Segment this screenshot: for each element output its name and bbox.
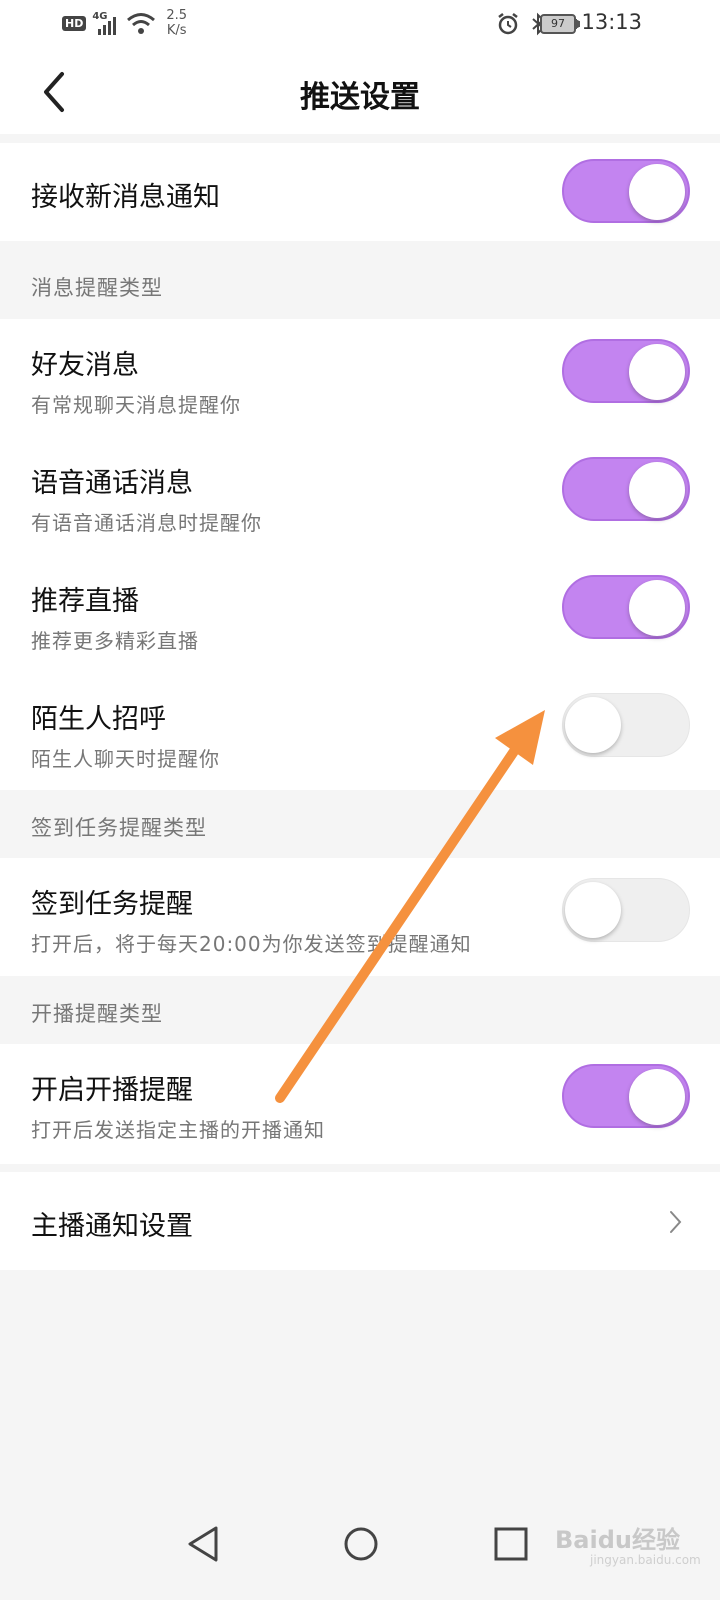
nav-home-icon[interactable] <box>337 1520 385 1568</box>
message-type-panel: 好友消息 有常规聊天消息提醒你 语音通话消息 有语音通话消息时提醒你 推荐直播 … <box>0 319 720 790</box>
live-row: 开启开播提醒 打开后发送指定主播的开播通知 <box>0 1044 720 1164</box>
app-header: 推送设置 <box>0 50 720 134</box>
speed-value: 2.5 <box>166 8 188 23</box>
toggle-knob <box>629 344 685 400</box>
friend-row: 好友消息 有常规聊天消息提醒你 <box>0 319 720 437</box>
status-bar: HD 4G 2.5 K/s 97 13:13 <box>0 0 720 50</box>
battery-level: 97 <box>540 14 579 34</box>
anchor-settings-title: 主播通知设置 <box>31 1211 193 1242</box>
signal-icon: 4G <box>92 11 120 35</box>
friend-subtitle: 有常规聊天消息提醒你 <box>31 393 241 417</box>
clock: 13:13 <box>581 10 642 34</box>
section-checkin-type-label: 签到任务提醒类型 <box>31 816 207 840</box>
anchor-settings-row[interactable]: 主播通知设置 <box>0 1172 720 1270</box>
recommend-title: 推荐直播 <box>31 586 139 617</box>
receive-new-toggle[interactable] <box>562 159 690 223</box>
toggle-knob <box>629 462 685 518</box>
toggle-knob <box>629 164 685 220</box>
watermark-sub: jingyan.baidu.com <box>590 1553 701 1567</box>
watermark: Baidu经验 <box>555 1526 680 1554</box>
section-message-type: 消息提醒类型 <box>0 241 720 319</box>
live-subtitle: 打开后发送指定主播的开播通知 <box>31 1118 325 1142</box>
voice-subtitle: 有语音通话消息时提醒你 <box>31 511 262 535</box>
toggle-knob <box>565 697 621 753</box>
stranger-title: 陌生人招呼 <box>31 704 166 735</box>
section-checkin-type: 签到任务提醒类型 <box>0 790 720 858</box>
nav-recents-icon[interactable] <box>487 1520 535 1568</box>
section-message-type-label: 消息提醒类型 <box>31 276 163 300</box>
wifi-icon <box>127 13 156 34</box>
section-live-type: 开播提醒类型 <box>0 976 720 1044</box>
section-live-type-label: 开播提醒类型 <box>31 1002 163 1026</box>
alarm-icon <box>498 13 518 35</box>
checkin-row: 签到任务提醒 打开后，将于每天20:00为你发送签到提醒通知 <box>0 858 720 976</box>
toggle-knob <box>629 1069 685 1125</box>
status-left: HD 4G 2.5 K/s <box>62 8 187 38</box>
recommend-toggle[interactable] <box>562 575 690 639</box>
page-title: 推送设置 <box>300 80 420 115</box>
voice-title: 语音通话消息 <box>31 468 193 499</box>
battery-wrap: 97 <box>540 14 579 34</box>
stranger-row: 陌生人招呼 陌生人聊天时提醒你 <box>0 673 720 790</box>
live-toggle[interactable] <box>562 1064 690 1128</box>
receive-new-row: 接收新消息通知 <box>0 143 720 241</box>
speed-unit: K/s <box>166 23 187 38</box>
toggle-knob <box>629 580 685 636</box>
network-speed: 2.5 K/s <box>166 8 187 38</box>
checkin-toggle[interactable] <box>562 878 690 942</box>
recommend-subtitle: 推荐更多精彩直播 <box>31 629 199 653</box>
friend-title: 好友消息 <box>31 350 139 381</box>
chevron-right-icon <box>670 1211 682 1233</box>
voice-toggle[interactable] <box>562 457 690 521</box>
toggle-knob <box>565 882 621 938</box>
recommend-row: 推荐直播 推荐更多精彩直播 <box>0 555 720 673</box>
checkin-title: 签到任务提醒 <box>31 889 193 920</box>
stranger-toggle[interactable] <box>562 693 690 757</box>
stranger-subtitle: 陌生人聊天时提醒你 <box>31 747 220 771</box>
friend-toggle[interactable] <box>562 339 690 403</box>
voice-row: 语音通话消息 有语音通话消息时提醒你 <box>0 437 720 555</box>
live-title: 开启开播提醒 <box>31 1075 193 1106</box>
receive-new-title: 接收新消息通知 <box>31 182 220 213</box>
hd-badge: HD <box>62 15 87 31</box>
checkin-subtitle: 打开后，将于每天20:00为你发送签到提醒通知 <box>31 932 472 956</box>
nav-back-icon[interactable] <box>180 1520 228 1568</box>
